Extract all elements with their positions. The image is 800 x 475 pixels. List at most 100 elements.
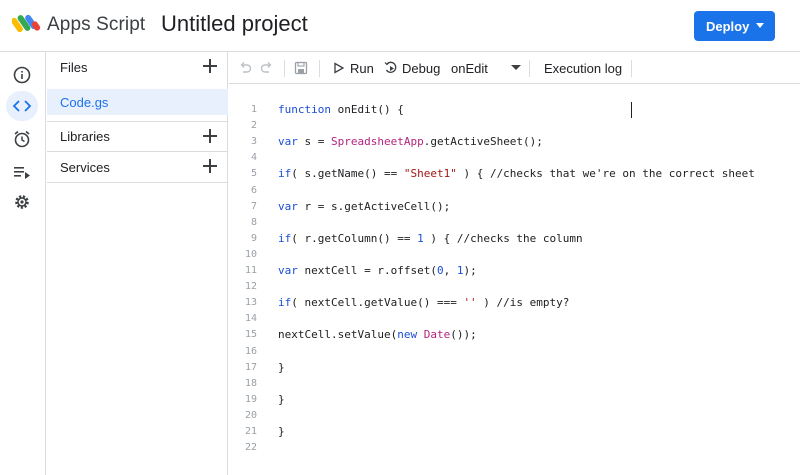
execution-log-label: Execution log (544, 60, 623, 76)
line-number: 5 (250, 168, 257, 180)
code-line[interactable]: 20 (229, 408, 800, 424)
left-nav-rail (0, 52, 46, 475)
triggers-button[interactable] (6, 124, 38, 154)
code-line[interactable]: 14 (229, 311, 800, 327)
code-line[interactable]: 7 var r = s.getActiveCell(); (229, 199, 800, 215)
line-number: 17 (244, 361, 257, 373)
code-line[interactable]: 13 if( nextCell.getValue() === '' ) //is … (229, 295, 800, 311)
code-text: var nextCell = r.offset(0, 1); (278, 264, 477, 277)
undo-button[interactable] (238, 52, 252, 84)
save-button[interactable] (294, 52, 308, 84)
services-label: Services (60, 159, 110, 175)
redo-button[interactable] (260, 52, 274, 84)
save-icon (294, 61, 308, 75)
line-number: 22 (244, 442, 257, 454)
line-number: 14 (244, 313, 257, 325)
code-text: if( s.getName() == "Sheet1" ) { //checks… (278, 167, 755, 181)
info-icon (13, 66, 31, 84)
line-number: 15 (244, 329, 257, 341)
code-line[interactable]: 2 (229, 118, 800, 134)
toolbar-divider (284, 60, 285, 77)
file-item-code-gs[interactable]: Code.gs (47, 89, 228, 115)
code-line[interactable]: 16 (229, 344, 800, 360)
toolbar-divider (319, 60, 320, 77)
chevron-down-icon (756, 23, 764, 28)
code-line[interactable]: 1 function onEdit() { (229, 102, 800, 118)
gear-icon (15, 195, 29, 209)
code-text: } (278, 392, 285, 406)
apps-script-logo-icon[interactable] (11, 12, 42, 38)
services-row: Services (47, 152, 228, 183)
code-line[interactable]: 11 var nextCell = r.offset(0, 1); (229, 263, 800, 279)
clock-icon (14, 130, 30, 148)
code-text: var s = SpreadsheetApp.getActiveSheet(); (278, 135, 543, 149)
line-number: 12 (244, 281, 257, 293)
toolbar-divider (529, 60, 530, 77)
function-select-value: onEdit (451, 60, 488, 76)
code-line[interactable]: 8 (229, 215, 800, 231)
files-panel: Files Code.gs Libraries Services (47, 52, 228, 475)
code-line[interactable]: 18 (229, 376, 800, 392)
run-label: Run (350, 60, 374, 76)
files-header: Files (47, 52, 228, 83)
code-line[interactable]: 3 var s = SpreadsheetApp.getActiveSheet()… (229, 134, 800, 150)
add-service-icon[interactable] (203, 159, 217, 173)
code-text: var r = s.getActiveCell(); (278, 199, 451, 213)
editor-toolbar: Run Debug onEdit Execution log (229, 52, 800, 84)
line-number: 6 (250, 184, 257, 196)
files-label: Files (60, 60, 88, 75)
add-file-icon[interactable] (203, 59, 217, 73)
line-number: 18 (244, 377, 257, 389)
deploy-button-label: Deploy (706, 18, 750, 34)
libraries-label: Libraries (60, 129, 110, 144)
executions-icon (14, 167, 30, 179)
add-library-icon[interactable] (203, 129, 217, 143)
line-number: 9 (250, 232, 257, 244)
line-number: 8 (250, 216, 257, 228)
line-number: 7 (250, 200, 257, 212)
line-number: 21 (244, 426, 257, 437)
overview-button[interactable] (6, 60, 38, 90)
code-line[interactable]: 10 (229, 247, 800, 263)
line-number: 10 (244, 248, 257, 260)
chevron-down-icon[interactable] (511, 65, 521, 70)
line-number: 20 (244, 409, 257, 421)
execution-log-button[interactable]: Execution log (544, 52, 622, 84)
code-line[interactable]: 9 if( r.getColumn() == 1 ) { //checks the… (229, 231, 800, 247)
line-number: 19 (244, 393, 257, 405)
code-line[interactable]: 21} (229, 424, 800, 440)
code-line[interactable]: 17} (229, 360, 800, 376)
run-button[interactable]: Run (333, 52, 374, 84)
code-text: } (278, 425, 285, 438)
play-icon (334, 62, 345, 74)
code-line[interactable]: 12 (229, 279, 800, 295)
settings-button[interactable] (6, 187, 38, 217)
code-editor[interactable]: 1 function onEdit() { 2 3 var s = Spreadshee… (229, 84, 800, 475)
text-cursor (631, 102, 632, 118)
code-line[interactable]: 22 (229, 440, 800, 456)
code-line[interactable]: 5 if( s.getName() == "Sheet1" ) { //check… (229, 166, 800, 182)
toolbar-divider (631, 60, 632, 77)
code-line[interactable]: 19} (229, 392, 800, 408)
line-number: 2 (250, 120, 257, 132)
deploy-button[interactable]: Deploy (694, 11, 775, 41)
debug-label: Debug (402, 60, 441, 76)
app-name[interactable]: Apps Script (47, 14, 145, 36)
code-line[interactable]: 4 (229, 150, 800, 166)
libraries-row: Libraries (47, 121, 228, 152)
code-line[interactable]: 6 (229, 183, 800, 199)
code-text: nextCell.setValue(new Date()); (278, 328, 477, 342)
code-text: if( r.getColumn() == 1 ) { //checks the … (278, 231, 583, 245)
function-select[interactable]: onEdit (451, 52, 488, 84)
editor-button[interactable] (6, 91, 38, 121)
code-text: if( nextCell.getValue() === '' ) //is em… (278, 296, 570, 310)
debug-button[interactable]: Debug (384, 52, 440, 84)
code-line[interactable]: 15 nextCell.setValue(new Date()); (229, 327, 800, 343)
project-title[interactable]: Untitled project (161, 11, 308, 37)
top-bar: Apps Script Untitled project Deploy (0, 0, 800, 52)
line-number: 4 (250, 152, 257, 164)
redo-icon (260, 62, 272, 73)
executions-button[interactable] (6, 157, 38, 187)
debug-icon (384, 61, 397, 73)
code-text: function onEdit() { (278, 103, 404, 116)
